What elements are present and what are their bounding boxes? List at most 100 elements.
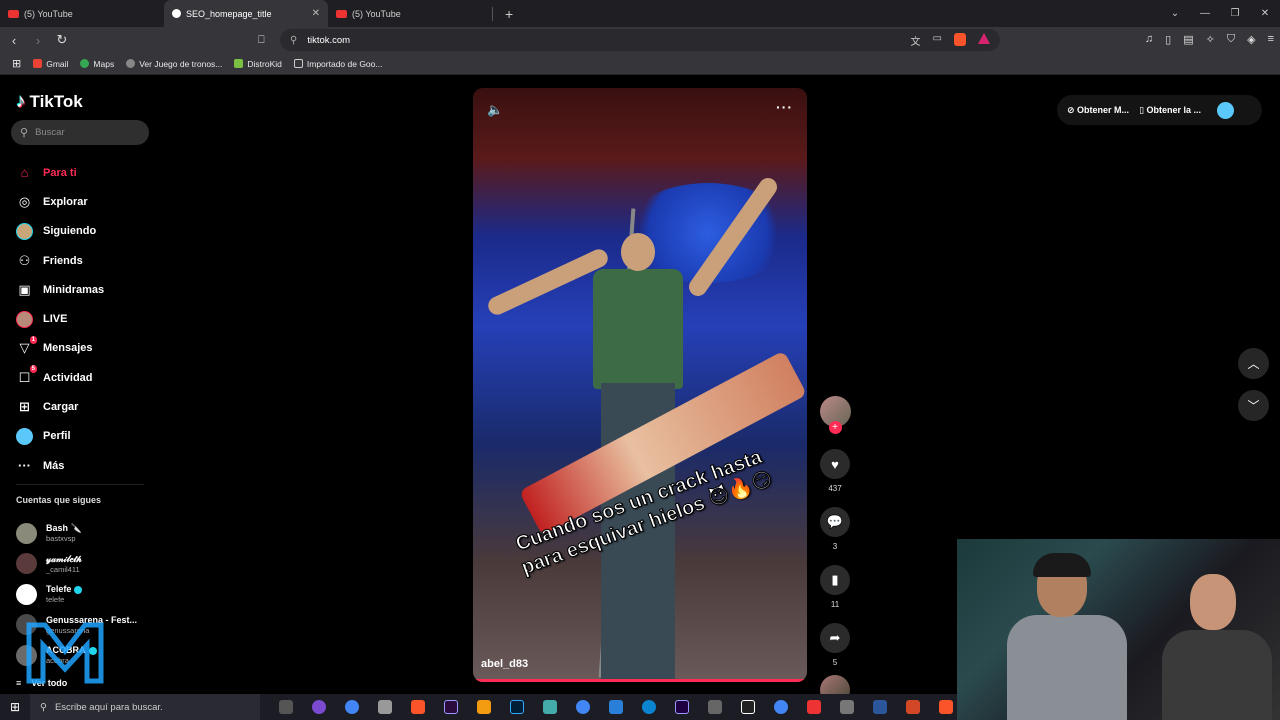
sidebar-item-explorar[interactable]: ◎ Explorar bbox=[16, 187, 104, 216]
sidebar-item-mas[interactable]: ··· Más bbox=[16, 451, 104, 480]
follow-plus-icon[interactable]: + bbox=[828, 421, 842, 434]
mail-icon[interactable] bbox=[609, 700, 623, 714]
app-icon[interactable] bbox=[378, 700, 392, 714]
video-progress-bar[interactable] bbox=[473, 679, 807, 682]
bookmark-maps[interactable]: Maps bbox=[80, 59, 114, 69]
cast-icon[interactable]: ▭ bbox=[933, 33, 942, 48]
search-input[interactable]: ⚲ Buscar bbox=[11, 120, 149, 145]
sidebar-item-siguiendo[interactable]: Siguiendo bbox=[16, 217, 104, 246]
sidebar-item-label: Minidramas bbox=[43, 283, 105, 296]
account-name: Bash 🔪 bbox=[46, 523, 82, 534]
extensions-icon[interactable]: ✧ bbox=[1206, 33, 1215, 46]
sidebar-item-cargar[interactable]: ⊞ Cargar bbox=[16, 392, 104, 421]
sidebar-item-perfil[interactable]: Perfil bbox=[16, 422, 104, 451]
brave-rewards-icon[interactable] bbox=[978, 32, 990, 44]
kt-icon[interactable] bbox=[741, 700, 755, 714]
folder-icon[interactable] bbox=[708, 700, 722, 714]
get-app-button[interactable]: ▯ Obtener la ... bbox=[1139, 105, 1201, 116]
following-account[interactable]: 𝓎𝒶𝓂𝒾𝓁𝑒𝓉𝒽 _camil411 bbox=[16, 549, 137, 580]
close-window-icon[interactable]: ✕ bbox=[1250, 0, 1280, 27]
live-icon bbox=[16, 310, 33, 328]
creator-avatar[interactable]: + bbox=[819, 396, 851, 434]
account-handle: telefe bbox=[46, 595, 65, 605]
word-icon[interactable] bbox=[873, 700, 887, 714]
tiktok-logo[interactable]: ♪ TikTok bbox=[16, 91, 83, 113]
sidebar-item-actividad[interactable]: ☐ 5 Actividad bbox=[16, 363, 104, 392]
bookmark-folder-imported[interactable]: Importado de Goo... bbox=[293, 59, 382, 69]
new-tab-icon[interactable]: + bbox=[505, 6, 513, 22]
address-bar-actions: 文 ▭ bbox=[911, 32, 990, 48]
bookmark-distrokid[interactable]: DistroKid bbox=[234, 59, 282, 69]
bookmarks-bar: ⊞ Gmail Maps Ver Juego de tronos... Dist… bbox=[0, 53, 1280, 75]
sidebar-item-para-ti[interactable]: ⌂ Para ti bbox=[16, 158, 104, 187]
music-icon[interactable]: ♫ bbox=[1145, 33, 1153, 46]
recorder-icon[interactable] bbox=[807, 700, 821, 714]
sidebar-item-friends[interactable]: ⚇ Friends bbox=[16, 246, 104, 275]
top-right-bar: ⊘ Obtener M... ▯ Obtener la ... bbox=[1057, 95, 1262, 125]
chrome-icon[interactable] bbox=[345, 700, 359, 714]
share-button[interactable]: ➦ bbox=[820, 623, 850, 653]
like-button[interactable]: ♥ bbox=[820, 449, 850, 479]
share-count: 5 bbox=[832, 658, 838, 667]
sidebar-item-minidramas[interactable]: ▣ Minidramas bbox=[16, 275, 104, 304]
vpn-icon[interactable]: ⛉ bbox=[1227, 33, 1235, 46]
site-info-icon[interactable]: ⚲ bbox=[290, 35, 297, 46]
bookmark-juego-tronos[interactable]: Ver Juego de tronos... bbox=[126, 59, 222, 69]
after-effects-icon[interactable] bbox=[675, 700, 689, 714]
chrome-icon[interactable] bbox=[576, 700, 590, 714]
edge-icon[interactable] bbox=[642, 700, 656, 714]
tab-list-icon[interactable]: ⌄ bbox=[1160, 0, 1190, 27]
sidebar-icon[interactable]: ▯ bbox=[1165, 33, 1171, 46]
reload-icon[interactable]: ↻ bbox=[52, 32, 72, 48]
menu-icon[interactable]: ≡ bbox=[1268, 33, 1274, 46]
previous-video-button[interactable]: ︿ bbox=[1238, 348, 1269, 379]
brave-shields-icon[interactable] bbox=[954, 32, 966, 46]
back-icon[interactable]: ‹ bbox=[4, 33, 24, 48]
profile-avatar[interactable] bbox=[1217, 101, 1235, 119]
vlc-icon[interactable] bbox=[477, 700, 491, 714]
apps-icon[interactable]: ⊞ bbox=[12, 57, 21, 70]
following-account[interactable]: Bash 🔪 bastxvsp bbox=[16, 518, 137, 549]
sidebar-item-mensajes[interactable]: ▽ 1 Mensajes bbox=[16, 334, 104, 363]
forward-icon[interactable]: › bbox=[28, 33, 48, 48]
media-icon[interactable] bbox=[840, 700, 854, 714]
minimize-icon[interactable]: — bbox=[1190, 0, 1220, 27]
photoshop-icon[interactable] bbox=[510, 700, 524, 714]
avatar bbox=[16, 553, 37, 575]
video-player[interactable]: 🔈 ··· Cuando sos un crack hasta para esq… bbox=[473, 88, 807, 682]
extensions-toolbar: ♫ ▯ ▤ ✧ ⛉ ◈ ≡ bbox=[1145, 33, 1274, 46]
save-button[interactable]: ▮ bbox=[820, 565, 850, 595]
bookmark-icon[interactable]: ⎕ bbox=[258, 34, 265, 47]
get-coins-button[interactable]: ⊘ Obtener M... bbox=[1067, 105, 1129, 116]
next-video-button[interactable]: ﹀ bbox=[1238, 390, 1269, 421]
volume-icon[interactable]: 🔈 bbox=[487, 102, 503, 118]
restore-icon[interactable]: ❐ bbox=[1220, 0, 1250, 27]
following-account[interactable]: Telefe telefe bbox=[16, 579, 137, 610]
translate-icon[interactable]: 文 bbox=[911, 33, 921, 48]
browser-tab-youtube-1[interactable]: (5) YouTube bbox=[0, 0, 164, 27]
taskbar-search-input[interactable]: ⚲ Escribe aquí para buscar. bbox=[30, 694, 260, 720]
leo-icon[interactable]: ◈ bbox=[1247, 33, 1255, 46]
browser-tab-tiktok[interactable]: SEO_homepage_title ✕ bbox=[164, 0, 328, 27]
more-options-icon[interactable]: ··· bbox=[776, 99, 793, 115]
streamer-person bbox=[1007, 553, 1127, 720]
sidebar-item-live[interactable]: LIVE bbox=[16, 304, 104, 333]
task-view-icon[interactable] bbox=[279, 700, 293, 714]
wallet-icon[interactable]: ▤ bbox=[1183, 33, 1193, 46]
close-tab-icon[interactable]: ✕ bbox=[312, 8, 320, 19]
brave-icon[interactable] bbox=[411, 700, 425, 714]
comment-button[interactable]: 💬 bbox=[820, 507, 850, 537]
verified-icon bbox=[74, 585, 83, 594]
chevron-up-icon: ︿ bbox=[1247, 357, 1260, 371]
bookmark-gmail[interactable]: Gmail bbox=[33, 59, 68, 69]
windows-start-icon[interactable]: ⊞ bbox=[0, 700, 30, 714]
copilot-icon[interactable] bbox=[312, 700, 326, 714]
premiere-icon[interactable] bbox=[444, 700, 458, 714]
powerpoint-icon[interactable] bbox=[906, 700, 920, 714]
photos-icon[interactable] bbox=[543, 700, 557, 714]
video-username[interactable]: abel_d83 bbox=[481, 658, 528, 670]
address-bar[interactable]: ⚲ tiktok.com 文 ▭ bbox=[280, 29, 1000, 51]
chrome-icon[interactable] bbox=[774, 700, 788, 714]
browser-tab-youtube-2[interactable]: (5) YouTube bbox=[328, 0, 492, 27]
brave-icon[interactable] bbox=[939, 700, 953, 714]
